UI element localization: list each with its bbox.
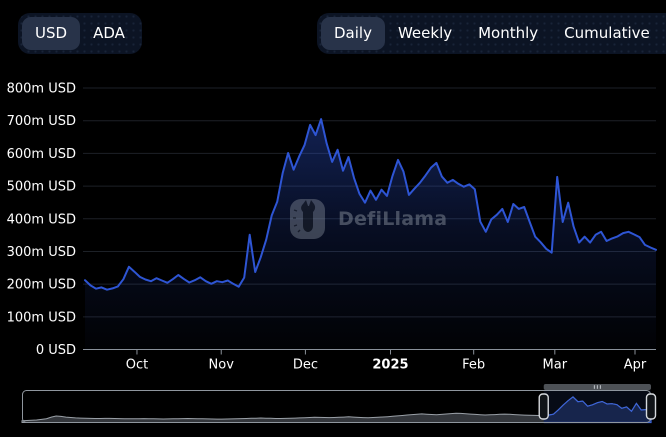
x-axis-label: Apr	[624, 358, 647, 373]
x-axis-label: Mar	[543, 358, 568, 373]
tvl-chart-canvas[interactable]: 0 USD 100m USD 200m USD 300m USD 400m USD 500…	[0, 0, 666, 437]
y-axis-label: 800m USD	[7, 82, 76, 97]
x-axis-label: 2025	[372, 358, 408, 373]
interval-toggle-group: Daily Weekly Monthly Cumulative	[317, 13, 666, 54]
defillama-tvl-chart-screen: USD ADA Daily Weekly Monthly Cumulative	[0, 0, 666, 437]
y-axis-label: 600m USD	[7, 147, 76, 162]
y-axis-label: 200m USD	[7, 278, 76, 293]
currency-usd-button[interactable]: USD	[22, 17, 80, 50]
nav-left-handle[interactable]	[539, 394, 548, 419]
y-axis-label: 400m USD	[7, 212, 76, 227]
nav-right-handle[interactable]	[647, 394, 656, 419]
y-axis-label: 700m USD	[7, 114, 76, 129]
y-axis-label: 300m USD	[7, 245, 76, 260]
y-axis-label: 500m USD	[7, 180, 76, 195]
x-axis-label: Dec	[293, 358, 318, 373]
x-axis-label: Nov	[209, 358, 235, 373]
currency-toggle-group: USD ADA	[18, 13, 142, 54]
interval-cumulative-button[interactable]: Cumulative	[551, 17, 663, 50]
x-axis-label: Oct	[126, 358, 148, 373]
interval-monthly-button[interactable]: Monthly	[465, 17, 551, 50]
currency-ada-button[interactable]: ADA	[80, 17, 138, 50]
x-axis-label: Feb	[462, 358, 485, 373]
chart-toolbar: USD ADA Daily Weekly Monthly Cumulative	[0, 0, 666, 60]
interval-daily-button[interactable]: Daily	[321, 17, 385, 50]
y-axis-label: 0 USD	[36, 343, 76, 358]
y-axis-label: 100m USD	[7, 310, 76, 325]
interval-weekly-button[interactable]: Weekly	[385, 17, 465, 50]
